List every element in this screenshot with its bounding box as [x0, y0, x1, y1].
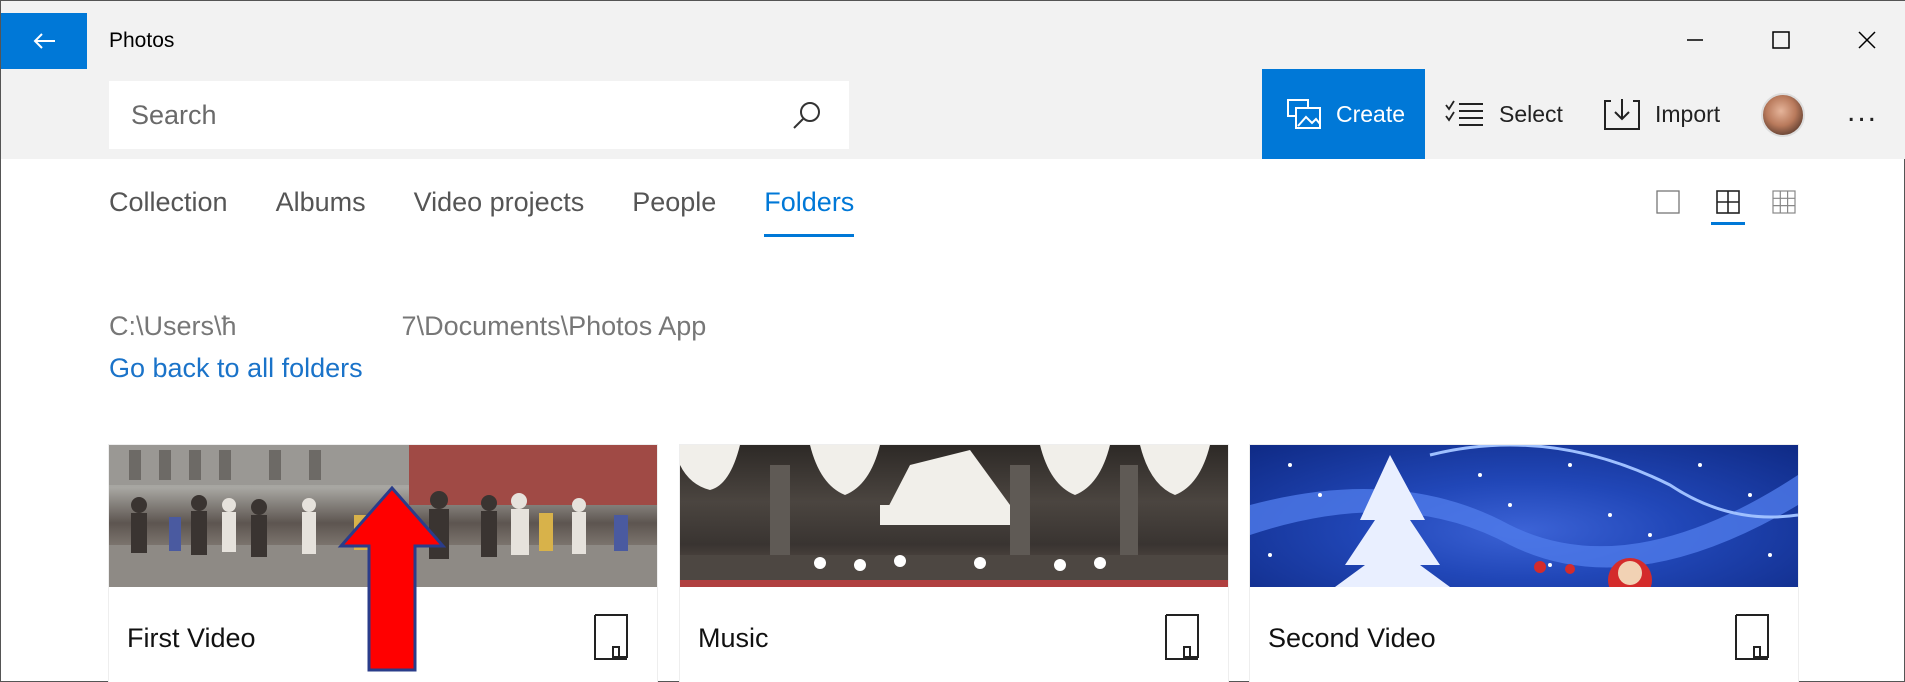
small-tile-icon	[1772, 190, 1796, 214]
search-input[interactable]	[109, 81, 849, 149]
search-icon[interactable]	[791, 99, 823, 131]
tab-video-projects[interactable]: Video projects	[414, 187, 585, 227]
folder-thumbnail	[680, 445, 1228, 587]
create-icon	[1287, 99, 1321, 129]
folder-type-icon	[594, 614, 628, 660]
back-arrow-icon	[33, 33, 55, 49]
folder-card[interactable]: Music	[680, 445, 1228, 682]
folder-name: First Video	[127, 623, 256, 653]
import-label: Import	[1655, 100, 1721, 127]
folder-path: C:\Users\ħ 7\Documents\Photos App	[109, 311, 707, 341]
maximize-button[interactable]	[1751, 15, 1811, 65]
import-icon	[1604, 99, 1640, 130]
tab-collection[interactable]: Collection	[109, 187, 228, 227]
folder-type-icon	[1735, 614, 1769, 660]
tab-folders[interactable]: Folders	[764, 187, 855, 237]
close-button[interactable]	[1837, 15, 1897, 65]
small-view-button[interactable]	[1771, 189, 1797, 215]
close-icon	[1858, 31, 1876, 49]
cafe-photo	[680, 445, 1228, 587]
back-button[interactable]	[1, 13, 87, 69]
folder-thumbnail	[1250, 445, 1798, 587]
minimize-icon	[1687, 39, 1703, 41]
search-box[interactable]	[109, 81, 849, 149]
minimize-button[interactable]	[1665, 15, 1725, 65]
folder-name: Music	[698, 623, 769, 653]
christmas-photo	[1250, 445, 1798, 587]
create-label: Create	[1336, 100, 1406, 127]
annotation-arrow-icon	[337, 485, 447, 672]
select-label: Select	[1499, 100, 1563, 127]
large-view-button[interactable]	[1655, 189, 1681, 215]
active-view-indicator	[1711, 222, 1745, 225]
medium-view-button[interactable]	[1715, 189, 1741, 215]
import-button[interactable]: Import	[1603, 69, 1720, 159]
folder-type-icon	[1165, 614, 1199, 660]
nav-tabs: Collection Albums Video projects People …	[109, 187, 902, 237]
tab-people[interactable]: People	[632, 187, 716, 227]
medium-tile-icon	[1716, 190, 1740, 214]
account-avatar[interactable]	[1761, 93, 1805, 137]
more-options-button[interactable]: ...	[1847, 95, 1878, 129]
create-button[interactable]: Create	[1262, 69, 1425, 159]
tab-albums[interactable]: Albums	[276, 187, 366, 227]
title-bar: Photos Create Select	[1, 1, 1905, 159]
maximize-icon	[1772, 31, 1790, 49]
back-to-folders-link[interactable]: Go back to all folders	[109, 353, 363, 384]
app-title: Photos	[109, 29, 175, 52]
select-button[interactable]: Select	[1445, 69, 1563, 159]
select-icon	[1445, 100, 1483, 126]
folder-card[interactable]: Second Video	[1250, 445, 1798, 682]
large-tile-icon	[1656, 190, 1680, 214]
folder-name: Second Video	[1268, 623, 1436, 653]
